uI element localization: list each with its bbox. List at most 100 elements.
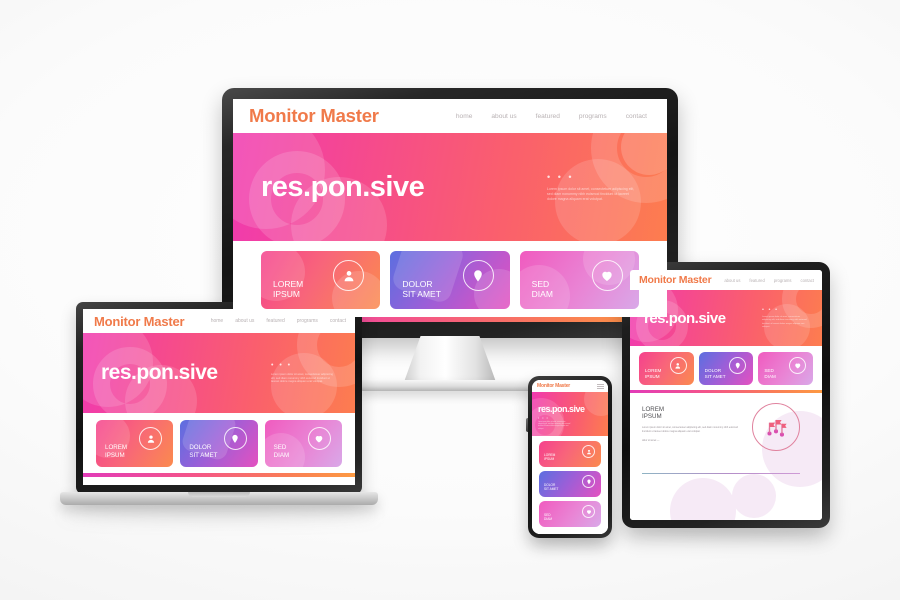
card-label: DOLOR SIT AMET (544, 484, 558, 492)
monitor-neck (404, 336, 496, 382)
nav-item-about-us[interactable]: about us (491, 113, 516, 120)
feature-card-dolor-sit-amet[interactable]: DOLOR SIT AMET (539, 471, 601, 497)
card-label-line1: DOLOR (189, 444, 212, 452)
laptop-trackpad-notch (188, 492, 250, 497)
laptop-shadow (62, 510, 378, 522)
card-label: LOREM IPSUM (105, 444, 127, 459)
card-label: DOLOR SIT AMET (189, 444, 217, 459)
heart-icon (789, 357, 807, 374)
card-label-line2: IPSUM (105, 451, 125, 459)
person-icon (582, 445, 595, 458)
hero-aside: • • • Lorem ipsum dolor sit amet, consec… (538, 416, 572, 431)
nav-item-home[interactable]: home (211, 318, 224, 324)
site-header: Monitor Master (532, 380, 608, 392)
monitor-screen: Monitor Master home about us featured pr… (233, 99, 667, 322)
card-label-line2: IPSUM (544, 457, 555, 462)
card-label-line2: IPSUM (273, 288, 300, 299)
feature-section: LOREM IPSUM Lorem ipsum dolor sit amet, … (630, 392, 822, 521)
feature-title-line2: IPSUM (642, 413, 662, 421)
card-label-line1: LOREM (645, 368, 662, 374)
nav-item-about-us[interactable]: about us (724, 278, 740, 283)
site-header: Monitor Master home about us featured pr… (83, 309, 355, 333)
website-page: Monitor Master home about us featured pr… (233, 99, 667, 322)
nav-item-programs[interactable]: programs (579, 113, 607, 120)
feature-text: LOREM IPSUM Lorem ipsum dolor sit amet, … (642, 406, 742, 521)
hero-blob (621, 133, 667, 175)
person-icon (333, 260, 365, 291)
location-pin-icon (462, 260, 494, 291)
site-header: Monitor Master about us featured program… (630, 270, 822, 290)
laptop-screen: Monitor Master home about us featured pr… (83, 309, 355, 485)
card-label-line1: DOLOR (402, 278, 433, 289)
brand-logo[interactable]: Monitor Master (537, 383, 570, 389)
hero-paragraph: Lorem ipsum dolor sit amet, consectetuer… (547, 186, 635, 202)
feature-card-sed-diam[interactable]: SED DIAM (758, 352, 814, 385)
card-label-line2: SIT AMET (402, 288, 441, 299)
monitor-bezel: Monitor Master home about us featured pr… (222, 88, 678, 338)
desktop-monitor: Monitor Master home about us featured pr… (222, 88, 678, 391)
hero-aside: • • • Lorem ipsum dolor sit amet, consec… (762, 307, 808, 328)
hero-title: res.pon.sive (261, 170, 425, 203)
hero-dots: • • • (538, 416, 549, 420)
card-label: LOREM IPSUM (645, 368, 661, 379)
feature-card-sed-diam[interactable]: SED DIAM (539, 501, 601, 527)
main-nav: about us featured programs contact (724, 278, 814, 283)
feature-card-lorem-ipsum[interactable]: LOREM IPSUM (261, 251, 381, 309)
hero-banner: res.pon.sive • • • Lorem ipsum dolor sit… (532, 392, 608, 436)
nav-item-home[interactable]: home (456, 113, 473, 120)
card-label-line1: SED (273, 444, 287, 452)
card-label-line1: SED (531, 278, 550, 289)
feature-card-sed-diam[interactable]: SED DIAM (519, 251, 639, 309)
card-label: SED DIAM (764, 368, 775, 379)
feature-card-dolor-sit-amet[interactable]: DOLOR SIT AMET (698, 352, 754, 385)
nav-item-about-us[interactable]: about us (235, 318, 254, 324)
hero-dots: • • • (271, 361, 293, 369)
feature-card-lorem-ipsum[interactable]: LOREM IPSUM (539, 441, 601, 467)
location-pin-icon (223, 427, 247, 450)
heart-icon (307, 427, 331, 450)
monitor-base (360, 380, 540, 391)
phone-side-button[interactable] (526, 418, 528, 432)
card-label-line2: IPSUM (645, 373, 660, 379)
phone-screen: Monitor Master res.pon.sive • • • Lorem … (532, 380, 608, 534)
phone-bezel: Monitor Master res.pon.sive • • • Lorem … (528, 376, 612, 538)
nav-item-featured[interactable]: featured (749, 278, 764, 283)
feature-card-dolor-sit-amet[interactable]: DOLOR SIT AMET (180, 420, 258, 467)
nav-item-featured[interactable]: featured (266, 318, 284, 324)
card-label: LOREM IPSUM (273, 279, 303, 299)
nav-item-contact[interactable]: contact (626, 113, 647, 120)
nav-item-contact[interactable]: contact (800, 278, 814, 283)
hero-aside: • • • Lorem ipsum dolor sit amet, consec… (271, 362, 337, 385)
card-label: SED DIAM (274, 444, 289, 459)
brand-logo[interactable]: Monitor Master (94, 314, 185, 329)
card-label: DOLOR SIT AMET (705, 368, 726, 379)
feature-card-sed-diam[interactable]: SED DIAM (264, 420, 342, 467)
hero-dots: • • • (547, 171, 575, 182)
accent-bar (83, 473, 355, 477)
feature-card-lorem-ipsum[interactable]: LOREM IPSUM (639, 352, 694, 385)
feature-cards: LOREM IPSUM DOLOR SIT AMET SED DIAM (630, 346, 822, 390)
hero-paragraph: Lorem ipsum dolor sit amet, consectetuer… (762, 316, 807, 328)
nav-item-contact[interactable]: contact (330, 318, 346, 324)
feature-card-dolor-sit-amet[interactable]: DOLOR SIT AMET (390, 251, 510, 309)
card-label: SED DIAM (544, 514, 552, 522)
card-label-line2: DIAM (544, 517, 552, 522)
person-icon (669, 357, 687, 374)
card-label-line2: DIAM (273, 451, 290, 459)
divider-rule (642, 473, 800, 474)
site-header: Monitor Master home about us featured pr… (233, 99, 667, 133)
card-label-line2: SIT AMET (704, 373, 726, 379)
nav-item-programs[interactable]: programs (774, 278, 792, 283)
brand-logo[interactable]: Monitor Master (249, 105, 379, 127)
heart-icon (591, 260, 623, 291)
hero-banner: res.pon.sive • • • Lorem ipsum dolor sit… (83, 333, 355, 413)
nav-item-featured[interactable]: featured (536, 113, 560, 120)
hamburger-line (597, 383, 604, 385)
feature-cards: LOREM IPSUM DOLOR SIT AMET SED DIAM (532, 436, 608, 534)
feature-link[interactable]: dolor sit amet — (642, 439, 742, 442)
feature-card-lorem-ipsum[interactable]: LOREM IPSUM (96, 420, 174, 467)
nav-item-programs[interactable]: programs (297, 318, 318, 324)
brand-logo[interactable]: Monitor Master (639, 274, 712, 286)
hero-paragraph: Lorem ipsum dolor sit amet, consectetuer… (271, 372, 333, 384)
hamburger-menu-icon[interactable] (597, 383, 604, 389)
